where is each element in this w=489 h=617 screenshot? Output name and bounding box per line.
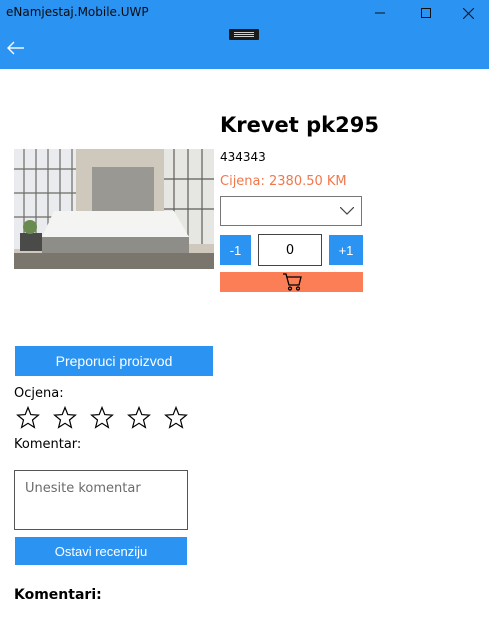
maximize-icon xyxy=(421,8,431,18)
star-icon[interactable] xyxy=(127,406,151,430)
star-icon[interactable] xyxy=(164,406,188,430)
star-icon[interactable] xyxy=(90,406,114,430)
comment-placeholder: Unesite komentar xyxy=(25,481,141,496)
maximize-button[interactable] xyxy=(403,0,449,26)
product-price: Cijena: 2380.50 KM xyxy=(220,174,347,189)
product-code: 434343 xyxy=(220,150,266,164)
option-dropdown[interactable] xyxy=(220,196,362,226)
product-image xyxy=(14,149,214,269)
back-button[interactable] xyxy=(4,36,28,60)
submit-review-button[interactable]: Ostavi recenziju xyxy=(15,537,187,565)
increase-quantity-button[interactable]: +1 xyxy=(329,235,363,265)
minimize-icon xyxy=(375,12,385,14)
rating-label: Ocjena: xyxy=(14,386,64,401)
chevron-down-icon xyxy=(340,207,354,215)
back-arrow-icon xyxy=(7,41,24,55)
quantity-input[interactable]: 0 xyxy=(258,234,322,266)
close-icon xyxy=(463,7,474,19)
product-title: Krevet pk295 xyxy=(220,113,379,137)
hamburger-menu-button[interactable] xyxy=(229,29,259,40)
add-to-cart-button[interactable] xyxy=(220,272,363,292)
minimize-button[interactable] xyxy=(357,0,403,26)
comment-label: Komentar: xyxy=(14,437,82,452)
star-icon[interactable] xyxy=(16,406,40,430)
app-title: eNamjestaj.Mobile.UWP xyxy=(6,5,149,19)
decrease-quantity-button[interactable]: -1 xyxy=(220,235,251,265)
star-rating xyxy=(16,406,188,430)
title-bar: eNamjestaj.Mobile.UWP xyxy=(0,0,489,26)
star-icon[interactable] xyxy=(53,406,77,430)
cart-icon xyxy=(282,273,302,291)
navigation-bar xyxy=(0,26,489,69)
close-button[interactable] xyxy=(448,0,489,26)
comment-textarea[interactable]: Unesite komentar xyxy=(14,470,188,530)
comments-heading: Komentari: xyxy=(14,587,102,603)
recommend-product-button[interactable]: Preporuci proizvod xyxy=(15,346,213,376)
